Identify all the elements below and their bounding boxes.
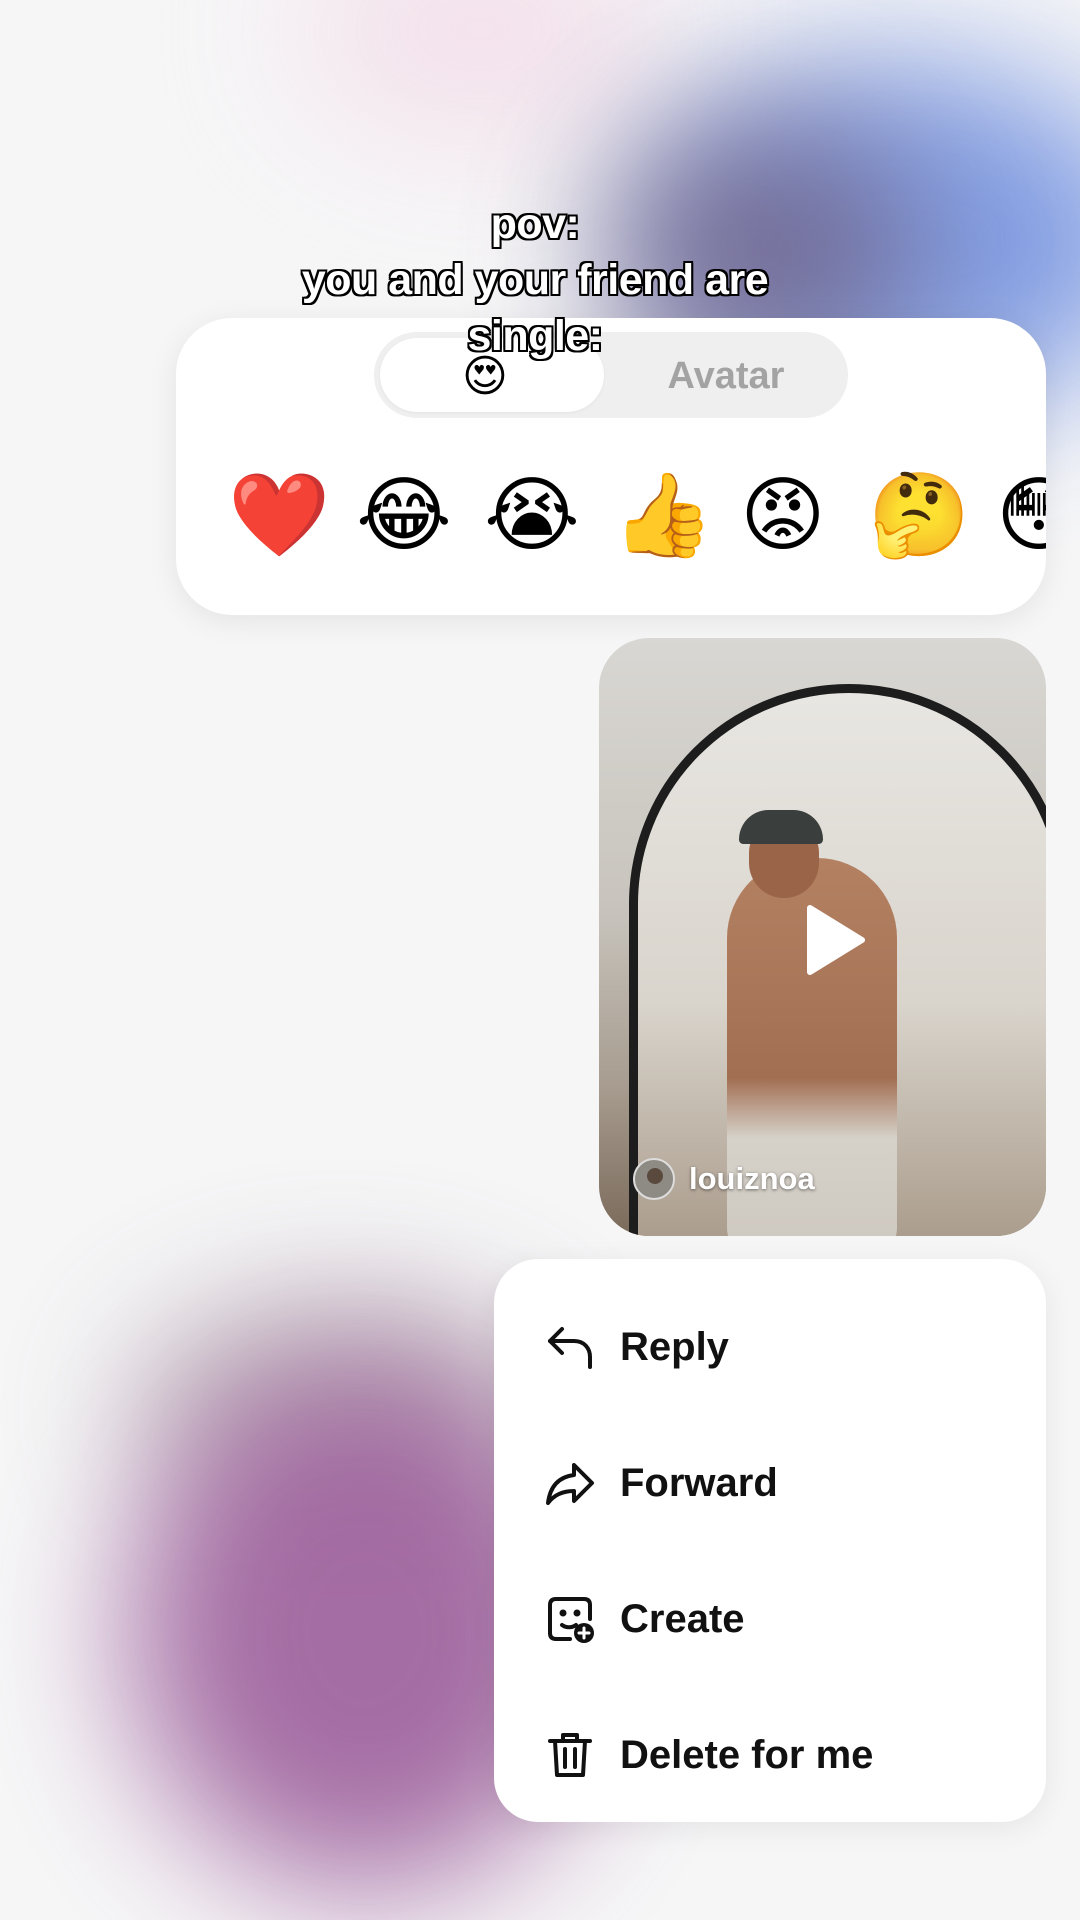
- reaction-thumbs-up[interactable]: 👍: [612, 468, 714, 564]
- forward-arrow-icon: [546, 1463, 594, 1505]
- author-username: louiznoa: [689, 1161, 815, 1196]
- caption-overlay: pov: you and your friend are single:: [230, 196, 840, 364]
- trash-icon: [548, 1733, 592, 1777]
- delete-for-me-label: Delete for me: [620, 1732, 874, 1777]
- reaction-flushed[interactable]: 😳: [996, 468, 1046, 564]
- reply-button[interactable]: Reply: [544, 1307, 729, 1387]
- create-sticker-icon: [548, 1597, 594, 1643]
- reaction-laughing[interactable]: 😂: [356, 468, 452, 564]
- reaction-crying[interactable]: 😭: [484, 468, 580, 564]
- reaction-heart[interactable]: ❤️: [228, 468, 330, 564]
- reaction-thinking[interactable]: 🤔: [868, 468, 970, 564]
- create-label: Create: [620, 1596, 745, 1641]
- reply-arrow-icon: [548, 1327, 592, 1369]
- reaction-angry[interactable]: 😡: [740, 468, 825, 564]
- forward-label: Forward: [620, 1460, 778, 1505]
- caption-line-2: you and your friend are: [301, 256, 769, 304]
- delete-for-me-button[interactable]: Delete for me: [544, 1715, 873, 1795]
- create-button[interactable]: Create: [544, 1579, 745, 1659]
- caption-line-1: pov:: [490, 200, 580, 248]
- video-thumbnail-cap: [739, 810, 823, 844]
- reply-label: Reply: [620, 1324, 729, 1369]
- forward-button[interactable]: Forward: [544, 1443, 778, 1523]
- video-author[interactable]: louiznoa: [633, 1158, 815, 1200]
- emoji-reaction-row: ❤️ 😂 😭 👍 😡 🤔 😳: [228, 468, 1046, 564]
- shared-video-message[interactable]: louiznoa: [599, 638, 1046, 1236]
- play-icon[interactable]: [792, 900, 872, 980]
- author-avatar: [633, 1158, 675, 1200]
- caption-line-3: single:: [467, 312, 603, 360]
- message-action-menu: Reply Forward Create Delete for me: [494, 1259, 1046, 1822]
